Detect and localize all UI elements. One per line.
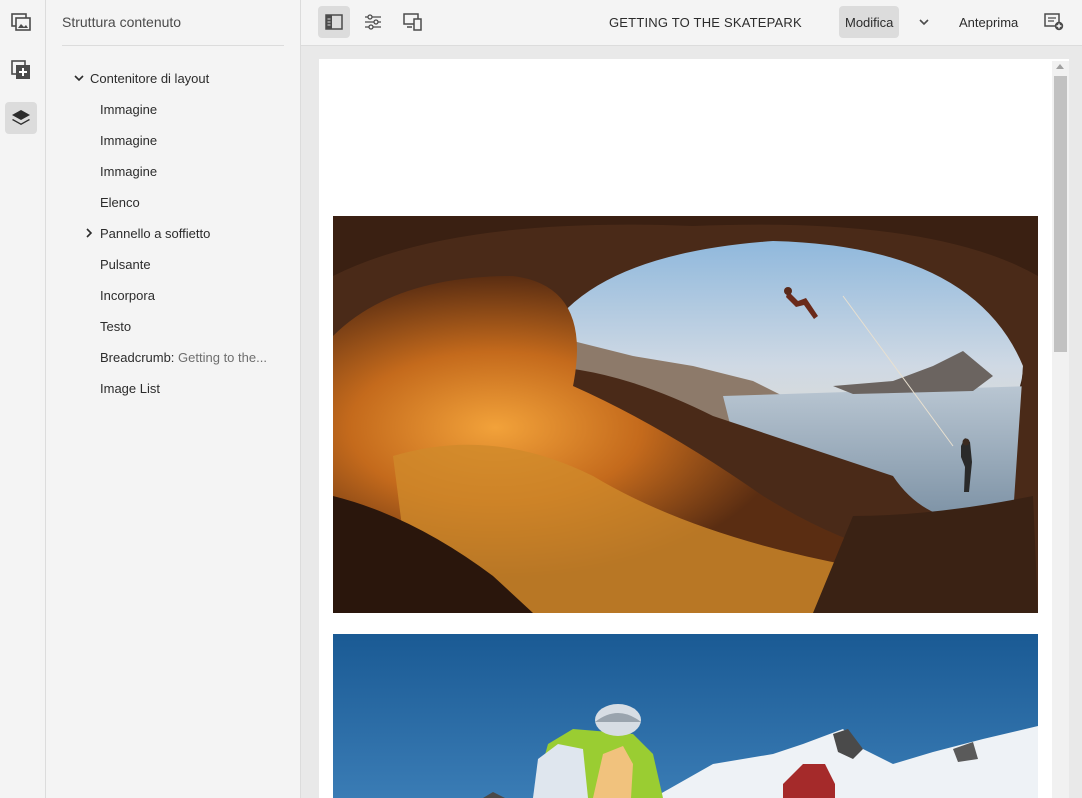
tree-item-label: Incorpora	[100, 287, 155, 303]
edit-mode-button[interactable]: Modifica	[839, 6, 900, 38]
tree-item-embed[interactable]: Incorpora	[100, 285, 155, 305]
chevron-down-icon[interactable]	[72, 72, 86, 84]
tree-item-button[interactable]: Pulsante	[100, 254, 151, 274]
panel-title: Struttura contenuto	[62, 14, 182, 30]
snow-hiker-image[interactable]	[333, 634, 1038, 798]
preview-button[interactable]: Anteprima	[953, 6, 1024, 38]
icon-rail	[0, 0, 46, 798]
tree-item-label: Pulsante	[100, 256, 151, 272]
tree-item-breadcrumb[interactable]: Breadcrumb: Getting to the...	[100, 347, 267, 367]
tree-item-layout-container[interactable]: Contenitore di layout	[72, 68, 209, 88]
tree-item-accordion[interactable]: Pannello a soffietto	[82, 223, 210, 243]
scrollbar-thumb[interactable]	[1054, 76, 1067, 352]
editor-toolbar: GETTING TO THE SKATEPARK Modifica Antepr…	[301, 0, 1082, 46]
tree-item-label: Image List	[100, 380, 160, 396]
climbing-cave-image[interactable]	[333, 216, 1038, 613]
tree-item-text[interactable]: Testo	[100, 316, 131, 336]
tree-item-label: Pannello a soffietto	[100, 225, 211, 241]
tree-item-label: Testo	[100, 318, 132, 334]
scroll-up-icon[interactable]	[1056, 64, 1064, 69]
tree-item-label: Immagine	[100, 101, 158, 117]
tree-item-list[interactable]: Elenco	[100, 192, 140, 212]
tree-item-label: Immagine	[100, 132, 158, 148]
assets-icon[interactable]	[5, 6, 37, 38]
tree-item-sublabel: Getting to the...	[178, 349, 267, 365]
tree-item-label: Contenitore di layout	[90, 70, 210, 86]
page-properties-icon[interactable]	[357, 6, 389, 38]
page-title: GETTING TO THE SKATEPARK	[609, 15, 802, 30]
tree-item-image-list[interactable]: Image List	[100, 378, 160, 398]
annotate-icon[interactable]	[1038, 6, 1070, 38]
tree-item-label: Immagine	[100, 163, 158, 179]
tree-item-label: Breadcrumb:	[100, 349, 175, 365]
tree-item-image[interactable]: Immagine	[100, 161, 157, 181]
chevron-down-icon[interactable]	[908, 6, 940, 38]
chevron-right-icon[interactable]	[82, 227, 96, 239]
side-panel-toggle-icon[interactable]	[318, 6, 350, 38]
tree-item-image[interactable]: Immagine	[100, 130, 157, 150]
tree-item-image[interactable]: Immagine	[100, 99, 157, 119]
emulator-icon[interactable]	[397, 6, 429, 38]
components-icon[interactable]	[5, 54, 37, 86]
content-tree-panel: Struttura contenuto Contenitore di layou…	[46, 0, 301, 798]
layers-icon[interactable]	[5, 102, 37, 134]
divider	[62, 45, 284, 46]
tree-item-label: Elenco	[100, 194, 140, 210]
